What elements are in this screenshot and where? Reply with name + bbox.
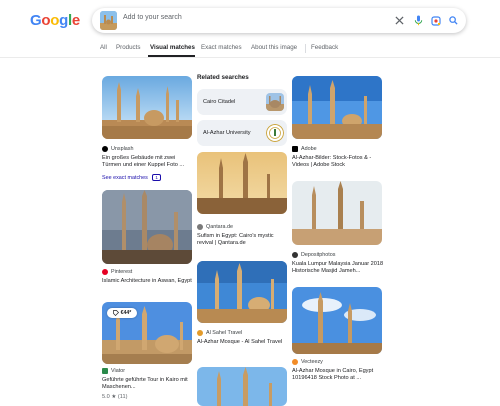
google-logo[interactable]: Google: [30, 12, 80, 29]
tag-icon: [112, 310, 119, 316]
price-value: €44*: [120, 310, 132, 316]
tab-products[interactable]: Products: [116, 44, 140, 51]
unsplash-favicon-icon: [102, 146, 108, 152]
active-tab-indicator: [148, 55, 195, 57]
result-image-1[interactable]: [102, 76, 192, 139]
result-title-1[interactable]: Ein großes Gebäude mit zwei Türmen und e…: [102, 155, 194, 170]
logo-letter: e: [71, 12, 80, 29]
adobe-favicon-icon: [292, 146, 298, 152]
result-title-8[interactable]: Kuala Lumpur Malaysia Januar 2018 Histor…: [292, 261, 384, 276]
clear-icon[interactable]: [393, 14, 406, 27]
result-source-3[interactable]: Viator: [102, 368, 125, 374]
logo-letter: o: [50, 12, 60, 29]
result-source-1[interactable]: Unsplash: [102, 146, 133, 152]
qantara-favicon-icon: [197, 224, 203, 230]
search-tabs: All Products Visual matches Exact matche…: [0, 40, 500, 58]
source-name: Depositphotos: [301, 252, 336, 258]
result-title-4[interactable]: Sufism in Egypt: Cairo's mystic revival …: [197, 233, 289, 248]
result-title-9[interactable]: Al-Azhar Mosque in Cairo, Egypt 10196418…: [292, 368, 384, 383]
price-badge: €44*: [107, 308, 137, 318]
viator-favicon-icon: [102, 368, 108, 374]
related-search-cairo-citadel[interactable]: Cairo Citadel: [197, 89, 287, 115]
see-exact-matches-label: See exact matches: [102, 175, 148, 181]
result-image-2[interactable]: [102, 190, 192, 264]
result-source-9[interactable]: Vecteezy: [292, 359, 323, 365]
exact-match-count-badge: 1: [152, 174, 161, 181]
tab-divider: [305, 44, 306, 53]
related-search-al-azhar-university[interactable]: Al-Azhar University: [197, 120, 287, 146]
related-searches-heading: Related searches: [197, 74, 249, 81]
logo-letter: G: [30, 12, 42, 29]
result-title-7[interactable]: Al-Azhar-Bilder: Stock-Fotos & -Videos |…: [292, 155, 384, 170]
pinterest-favicon-icon: [102, 269, 108, 275]
logo-letter: o: [41, 12, 51, 29]
tab-exact-matches[interactable]: Exact matches: [201, 44, 242, 51]
result-image-6[interactable]: [197, 367, 287, 406]
related-search-label: Cairo Citadel: [203, 99, 236, 105]
vecteezy-favicon-icon: [292, 359, 298, 365]
result-image-8[interactable]: [292, 181, 382, 245]
source-name: Viator: [111, 368, 125, 374]
result-image-9[interactable]: [292, 287, 382, 354]
result-source-8[interactable]: Depositphotos: [292, 252, 335, 258]
result-title-3[interactable]: Geführte geführte Tour in Kairo mit Masc…: [102, 377, 194, 392]
search-icon[interactable]: [447, 14, 460, 27]
tab-visual-matches[interactable]: Visual matches: [150, 44, 195, 51]
result-source-4[interactable]: Qantara.de: [197, 224, 233, 230]
depositphotos-favicon-icon: [292, 252, 298, 258]
result-image-7[interactable]: [292, 76, 382, 139]
result-source-7[interactable]: Adobe: [292, 146, 317, 152]
result-source-5[interactable]: Al Sahel Travel: [197, 330, 242, 336]
result-title-5[interactable]: Al-Azhar Mosque - Al Sahel Travel: [197, 339, 289, 346]
header: Google Add to your search: [0, 0, 500, 40]
result-rating: 5.0 ★ (11): [102, 394, 128, 400]
source-name: Pinterest: [111, 269, 133, 275]
source-name: Vecteezy: [301, 359, 323, 365]
tab-all[interactable]: All: [100, 44, 107, 51]
university-seal-icon: [266, 124, 284, 142]
result-source-2[interactable]: Pinterest: [102, 269, 132, 275]
source-name: Qantara.de: [206, 224, 233, 230]
source-name: Al Sahel Travel: [206, 330, 243, 336]
result-image-5[interactable]: [197, 261, 287, 323]
search-box[interactable]: Add to your search: [92, 8, 466, 33]
source-name: Unsplash: [111, 146, 134, 152]
result-title-2[interactable]: Islamic Architecture in Aswan, Egypt: [102, 278, 194, 285]
related-search-thumbnail: [266, 93, 284, 111]
tab-feedback[interactable]: Feedback: [311, 44, 338, 51]
al-sahel-favicon-icon: [197, 330, 203, 336]
tab-about-this-image[interactable]: About this image: [251, 44, 297, 51]
search-image-thumbnail[interactable]: [100, 11, 117, 30]
logo-letter: g: [59, 12, 68, 29]
lens-icon[interactable]: [429, 14, 442, 27]
see-exact-matches-link[interactable]: See exact matches 1: [102, 174, 161, 181]
search-input[interactable]: Add to your search: [123, 14, 182, 21]
source-name: Adobe: [301, 146, 317, 152]
microphone-icon[interactable]: [412, 14, 425, 27]
related-search-label: Al-Azhar University: [203, 130, 251, 136]
result-image-4[interactable]: [197, 152, 287, 214]
